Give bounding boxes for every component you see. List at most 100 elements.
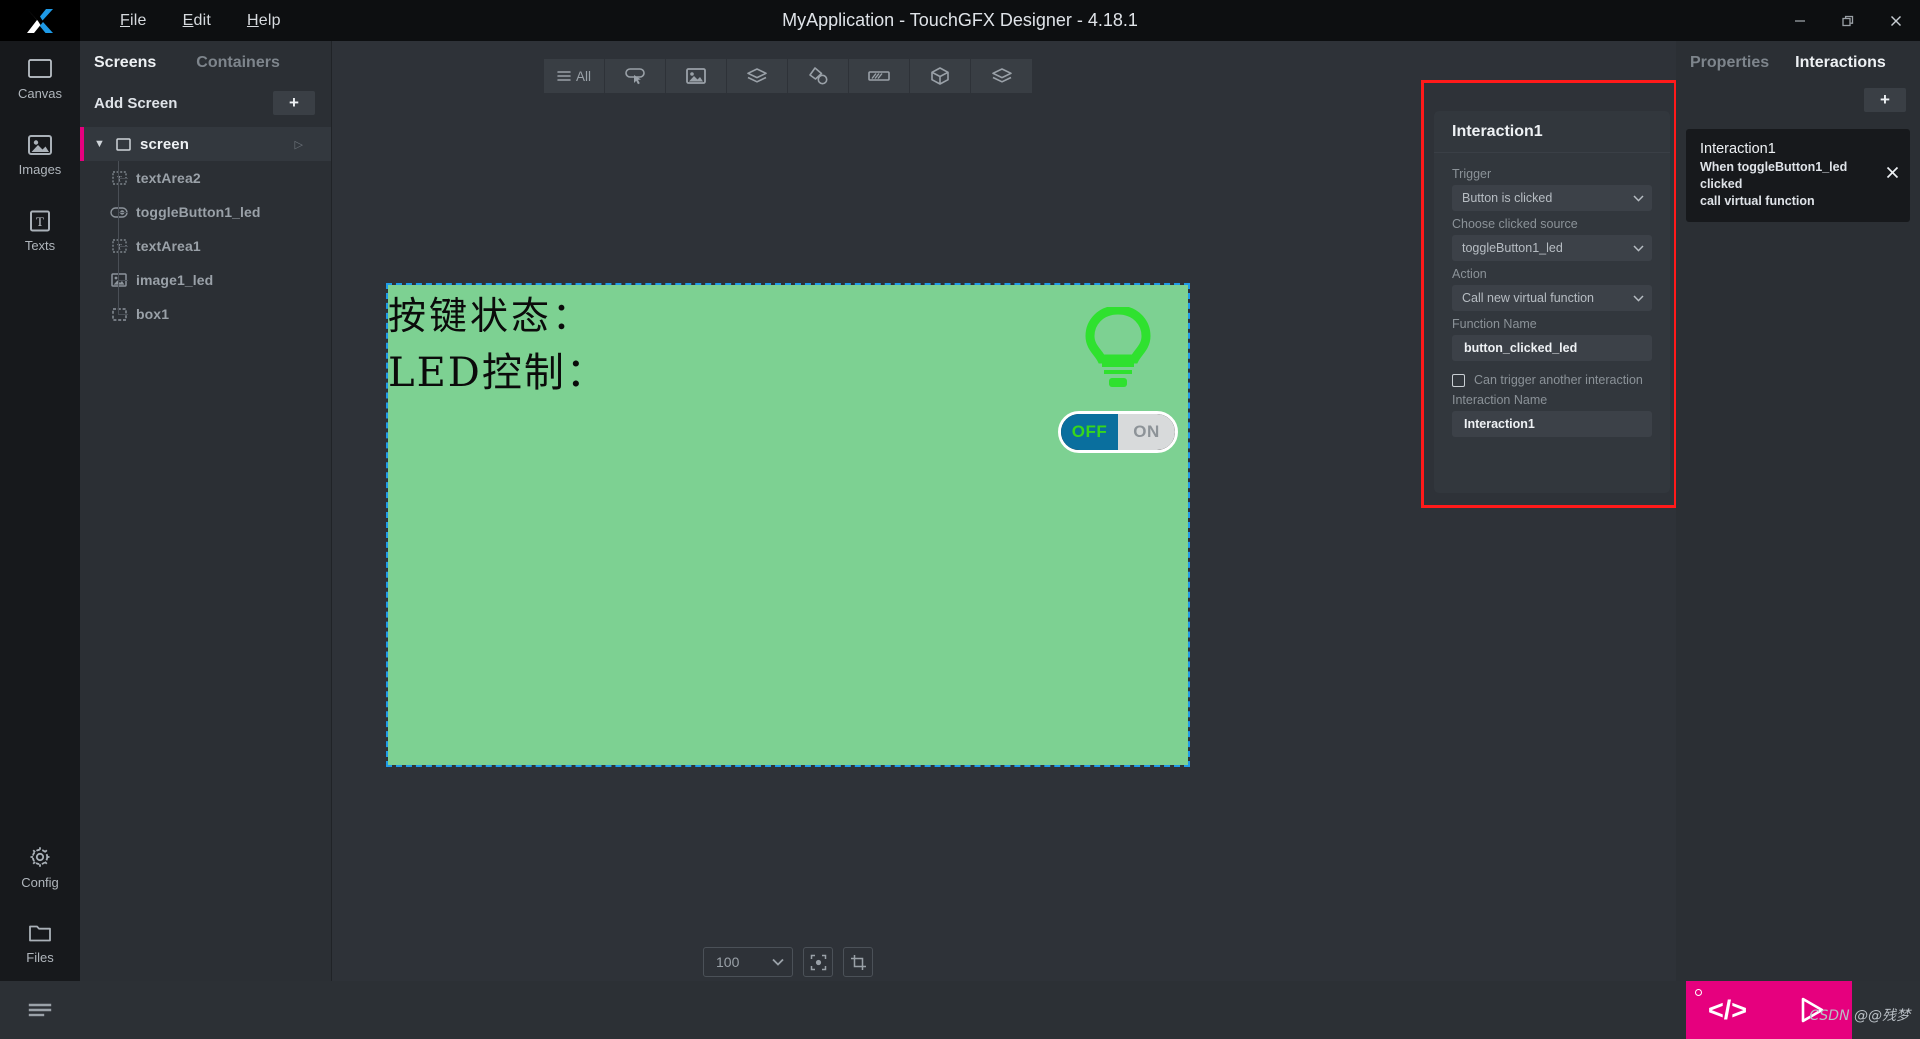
filter-button-shapes[interactable]	[788, 59, 849, 93]
filter-button-containers[interactable]	[727, 59, 788, 93]
menu-item-edit[interactable]: Edit	[165, 6, 229, 36]
menu-item-help[interactable]: Help	[229, 6, 299, 36]
rail-item-files-label: Files	[26, 950, 54, 965]
filter-button-buttons[interactable]	[605, 59, 666, 93]
tree-item-image1-led[interactable]: image1_led	[80, 263, 331, 297]
chevron-down-icon[interactable]: ▼	[94, 138, 106, 150]
menu-bar: File Edit Help	[102, 0, 299, 41]
tree-item-togglebutton1-led[interactable]: toggleButton1_led	[80, 195, 331, 229]
progress-widget-icon	[868, 71, 890, 81]
toggle-off-half[interactable]: OFF	[1061, 414, 1118, 450]
interaction-description-line2: call virtual function	[1700, 193, 1815, 208]
maximize-button[interactable]	[1824, 0, 1872, 41]
add-screen-row: Add Screen +	[80, 85, 331, 121]
interaction-editor-body: Trigger Button is clicked Choose clicked…	[1434, 153, 1670, 437]
tab-interactions[interactable]: Interactions	[1795, 54, 1886, 72]
tree-item-screen-label: screen	[140, 135, 189, 153]
screen-icon	[114, 135, 132, 153]
tree-item-box1-label: box1	[136, 306, 170, 322]
close-icon	[1886, 167, 1899, 179]
add-interaction-button[interactable]: +	[1864, 88, 1906, 112]
tree-item-textarea1[interactable]: T textArea1	[80, 229, 331, 263]
tab-screens[interactable]: Screens	[94, 54, 156, 72]
canvas-icon	[28, 59, 52, 78]
add-interaction-row: +	[1676, 85, 1920, 115]
rail-item-config[interactable]: Config	[0, 829, 80, 905]
filter-button-images[interactable]	[666, 59, 727, 93]
interaction-list-item-description: When toggleButton1_led clicked call virt…	[1700, 159, 1882, 210]
interaction-editor-card: Interaction1 Trigger Button is clicked C…	[1434, 111, 1670, 493]
title-bar: File Edit Help MyApplication - TouchGFX …	[0, 0, 1920, 41]
interaction-list-item-title: Interaction1	[1700, 141, 1776, 157]
close-button[interactable]	[1872, 0, 1920, 41]
generate-code-button[interactable]: </>	[1686, 981, 1769, 1039]
tree-item-textarea2-label: textArea2	[136, 170, 201, 186]
function-name-label: Function Name	[1452, 317, 1537, 331]
interaction-name-label: Interaction Name	[1452, 393, 1548, 407]
trigger-label: Trigger	[1452, 167, 1492, 181]
device-screen[interactable]: 按键状态： LED控制： OFF ON	[386, 283, 1190, 767]
touchgfx-designer-window: File Edit Help MyApplication - TouchGFX …	[0, 0, 1920, 1039]
interaction-name-input[interactable]: Interaction1	[1452, 411, 1652, 437]
interaction-editor-highlight: Interaction1 Trigger Button is clicked C…	[1421, 80, 1677, 508]
textarea-key-state[interactable]: 按键状态：	[388, 285, 1188, 340]
rail-item-texts[interactable]: T Texts	[0, 193, 80, 269]
remove-interaction-button[interactable]	[1885, 165, 1900, 185]
canvas-area: All 按键状态： LED控制： OFF ON 100	[332, 41, 1244, 1039]
clicked-source-select[interactable]: toggleButton1_led	[1452, 235, 1652, 261]
filter-button-3d[interactable]	[910, 59, 971, 93]
tree-item-box1[interactable]: box1	[80, 297, 331, 331]
tree-item-textarea1-label: textArea1	[136, 238, 201, 254]
can-trigger-checkbox[interactable]	[1452, 373, 1465, 387]
filter-button-all[interactable]: All	[544, 59, 605, 93]
gear-icon	[30, 847, 50, 867]
rail-item-files[interactable]: Files	[0, 905, 80, 981]
screens-panel-tabs: Screens Containers	[80, 41, 331, 85]
restore-icon	[1842, 15, 1854, 26]
textarea-led-control[interactable]: LED控制：	[388, 340, 1188, 398]
svg-text:T: T	[117, 243, 122, 252]
trigger-select[interactable]: Button is clicked	[1452, 185, 1652, 211]
interaction-list-item[interactable]: Interaction1 When toggleButton1_led clic…	[1686, 129, 1910, 222]
action-label: Action	[1452, 267, 1487, 281]
close-icon	[1891, 15, 1901, 26]
chevron-down-icon	[1633, 194, 1644, 202]
add-screen-button[interactable]: +	[273, 91, 315, 115]
interaction-editor-title: Interaction1	[1434, 111, 1670, 153]
zoom-level-value: 100	[716, 954, 740, 970]
menu-item-file[interactable]: File	[102, 6, 165, 36]
filter-button-progress[interactable]	[849, 59, 910, 93]
fit-to-screen-button[interactable]	[803, 947, 833, 977]
right-panel: Properties Interactions + Interaction1 W…	[1676, 41, 1920, 1039]
tree-item-screen[interactable]: ▼ screen ▷	[80, 127, 331, 161]
tree-item-textarea2[interactable]: T textArea2	[80, 161, 331, 195]
zoom-level-select[interactable]: 100	[703, 947, 793, 977]
togglebutton1-led[interactable]: OFF ON	[1058, 411, 1178, 453]
rail-item-images-label: Images	[18, 162, 62, 177]
crop-icon	[850, 954, 866, 970]
minimize-button[interactable]	[1776, 0, 1824, 41]
texts-icon: T	[30, 210, 50, 232]
bottom-bar: </> CSDN @@残梦	[80, 981, 1920, 1039]
tab-containers[interactable]: Containers	[196, 54, 280, 72]
rail-item-images[interactable]: Images	[0, 117, 80, 193]
play-icon[interactable]: ▷	[295, 138, 303, 151]
action-select[interactable]: Call new virtual function	[1452, 285, 1652, 311]
folder-icon	[29, 925, 51, 942]
rail-item-canvas[interactable]: Canvas	[0, 41, 80, 117]
action-select-value: Call new virtual function	[1462, 291, 1595, 305]
device-canvas-wrapper: 按键状态： LED控制： OFF ON	[386, 283, 1190, 767]
tab-properties[interactable]: Properties	[1690, 54, 1769, 72]
toggle-on-half[interactable]: ON	[1118, 414, 1175, 450]
svg-text:T: T	[36, 214, 44, 229]
light-bulb-icon[interactable]	[1076, 307, 1160, 395]
clicked-source-select-value: toggleButton1_led	[1462, 241, 1563, 255]
filter-button-layers[interactable]	[971, 59, 1032, 93]
filter-button-all-label: All	[575, 68, 591, 84]
crop-button[interactable]	[843, 947, 873, 977]
can-trigger-checkbox-label: Can trigger another interaction	[1474, 373, 1643, 387]
rail-menu-button[interactable]	[0, 981, 80, 1039]
can-trigger-checkbox-row[interactable]: Can trigger another interaction	[1452, 373, 1652, 387]
function-name-input[interactable]: button_clicked_led	[1452, 335, 1652, 361]
window-controls	[1776, 0, 1920, 41]
